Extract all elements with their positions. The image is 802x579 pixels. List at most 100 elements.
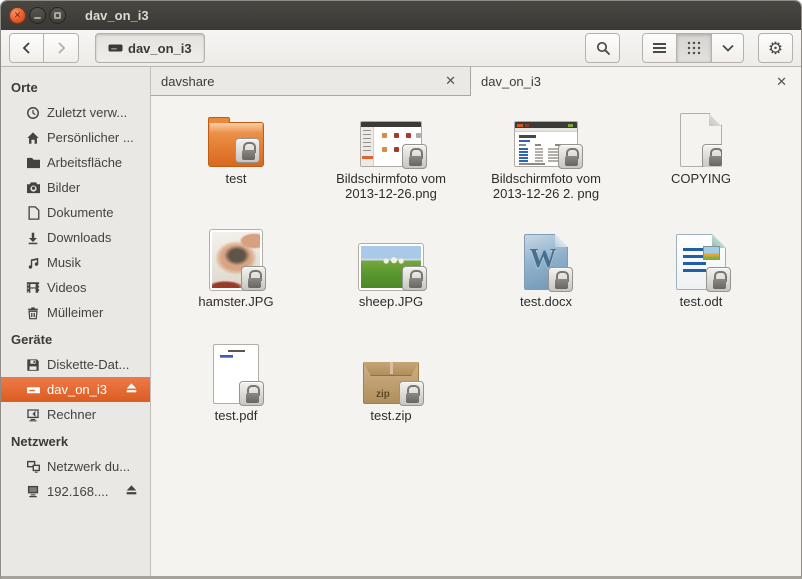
file-item-sheep-jpg[interactable]: sheep.JPG [316, 224, 466, 309]
sidebar-section-header: Netzwerk [1, 427, 150, 454]
list-view-icon [652, 42, 667, 54]
sidebar-item-dokumente[interactable]: Dokumente [1, 200, 150, 225]
sidebar-item-dav-on-i3[interactable]: dav_on_i3 [1, 377, 150, 402]
sidebar-item-arbeitsfl-che[interactable]: Arbeitsfläche [1, 150, 150, 175]
lock-emblem-icon [235, 138, 260, 163]
server-icon [25, 484, 41, 500]
gear-icon: ⚙ [768, 40, 783, 57]
lock-emblem-icon [239, 381, 264, 406]
word-document-icon [524, 234, 568, 290]
sidebar-item-bilder[interactable]: Bilder [1, 175, 150, 200]
zip-archive-icon [363, 362, 419, 404]
sidebar-item-label: Arbeitsfläche [47, 155, 122, 170]
file-name-label: test.zip [370, 408, 411, 423]
floppy-icon [25, 357, 41, 373]
sidebar-item-musik[interactable]: Musik [1, 250, 150, 275]
sidebar-item-m-lleimer[interactable]: Mülleimer [1, 300, 150, 325]
sidebar-item-netzwerk-du[interactable]: Netzwerk du... [1, 454, 150, 479]
titlebar: dav_on_i3 [1, 1, 801, 30]
sheep-photo-thumbnail [359, 244, 423, 290]
file-item-bildschirmfoto-vom-2013-12-26-2-png[interactable]: Bildschirmfoto vom 2013-12-26 2. png [471, 101, 621, 201]
tab-davshare[interactable]: davshare ✕ [151, 67, 471, 96]
trash-icon [25, 305, 41, 321]
lock-emblem-icon [241, 266, 266, 291]
tab-dav-on-i3[interactable]: dav_on_i3 ✕ [471, 67, 801, 96]
location-label: dav_on_i3 [128, 41, 192, 56]
forward-button[interactable] [44, 33, 79, 63]
home-icon [25, 130, 41, 146]
sidebar-item-label: Videos [47, 280, 87, 295]
location-button[interactable]: dav_on_i3 [95, 33, 205, 63]
sidebar-item-label: Musik [47, 255, 81, 270]
harddrive-icon [108, 42, 123, 54]
clock-icon [25, 105, 41, 121]
minimize-icon[interactable] [29, 7, 46, 24]
sidebar-item-zuletzt-verw[interactable]: Zuletzt verw... [1, 100, 150, 125]
search-button[interactable] [585, 33, 620, 63]
settings-button[interactable]: ⚙ [758, 33, 793, 63]
sidebar-item-label: Rechner [47, 407, 96, 422]
places-sidebar: OrteZuletzt verw...Persönlicher ...Arbei… [1, 67, 151, 579]
file-item-test-pdf[interactable]: test.pdf [161, 338, 311, 423]
sidebar-item-videos[interactable]: Videos [1, 275, 150, 300]
sidebar-item-label: Downloads [47, 230, 111, 245]
computer-icon [25, 407, 41, 423]
close-icon[interactable]: ✕ [772, 74, 791, 90]
list-view-button[interactable] [642, 33, 677, 63]
sidebar-item-label: 192.168.... [47, 484, 108, 499]
file-item-hamster-jpg[interactable]: hamster.JPG [161, 224, 311, 309]
grid-view-icon [687, 41, 701, 55]
eject-icon[interactable] [125, 484, 140, 499]
file-item-test[interactable]: test [161, 101, 311, 186]
music-note-icon [25, 255, 41, 271]
camera-icon [25, 180, 41, 196]
sidebar-item-rechner[interactable]: Rechner [1, 402, 150, 427]
film-icon [25, 280, 41, 296]
sidebar-item-downloads[interactable]: Downloads [1, 225, 150, 250]
file-item-bildschirmfoto-vom-2013-12-26-png[interactable]: Bildschirmfoto vom 2013-12-26.png [316, 101, 466, 201]
file-item-test-docx[interactable]: test.docx [471, 224, 621, 309]
screenshot-filemanager-thumbnail [360, 121, 422, 167]
view-button-group [642, 33, 744, 63]
sidebar-item-192-168[interactable]: 192.168.... [1, 479, 150, 504]
text-file-icon [680, 113, 722, 167]
sidebar-item-diskette-dat[interactable]: Diskette-Dat... [1, 352, 150, 377]
file-item-test-zip[interactable]: test.zip [316, 338, 466, 423]
close-icon[interactable]: ✕ [441, 73, 460, 89]
chevron-down-icon [722, 44, 734, 52]
lock-emblem-icon [706, 267, 731, 292]
folder-icon [208, 122, 264, 167]
file-name-label: COPYING [671, 171, 731, 186]
lock-emblem-icon [548, 267, 573, 292]
lock-emblem-icon [402, 144, 427, 169]
network-icon [25, 459, 41, 475]
nav-button-group [9, 33, 79, 63]
sidebar-section-header: Geräte [1, 325, 150, 352]
view-options-button[interactable] [712, 33, 744, 63]
odt-document-icon [676, 234, 726, 290]
close-icon[interactable] [9, 7, 26, 24]
lock-emblem-icon [558, 144, 583, 169]
file-name-label: test.odt [680, 294, 723, 309]
file-manager-window: dav_on_i3 dav_on_i3 [0, 0, 802, 579]
screenshot-browser-thumbnail [514, 121, 578, 167]
sidebar-item-label: Diskette-Dat... [47, 357, 129, 372]
folder-icon [25, 155, 41, 171]
tab-label: dav_on_i3 [481, 74, 772, 89]
eject-icon[interactable] [125, 382, 140, 397]
grid-view-button[interactable] [677, 33, 712, 63]
sidebar-item-pers-nlicher[interactable]: Persönlicher ... [1, 125, 150, 150]
sidebar-item-label: dav_on_i3 [47, 382, 107, 397]
file-name-label: test.docx [520, 294, 572, 309]
maximize-icon[interactable] [49, 7, 66, 24]
hamster-photo-thumbnail [210, 230, 262, 290]
search-icon [595, 40, 611, 56]
window-title: dav_on_i3 [85, 8, 149, 23]
file-name-label: test [226, 171, 247, 186]
file-item-copying[interactable]: COPYING [626, 101, 776, 186]
back-button[interactable] [9, 33, 44, 63]
file-item-test-odt[interactable]: test.odt [626, 224, 776, 309]
lock-emblem-icon [399, 381, 424, 406]
sidebar-item-label: Bilder [47, 180, 80, 195]
download-icon [25, 230, 41, 246]
